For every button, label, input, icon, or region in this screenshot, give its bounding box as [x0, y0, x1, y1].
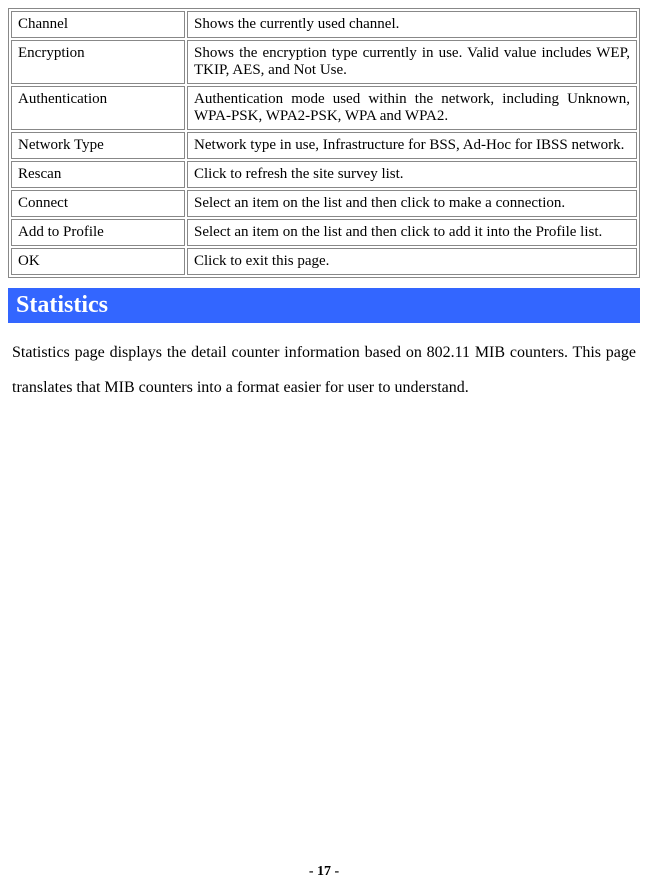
param-label: Connect	[11, 190, 185, 217]
table-row: Rescan Click to refresh the site survey …	[11, 161, 637, 188]
param-desc: Authentication mode used within the netw…	[187, 86, 637, 130]
table-row: Add to Profile Select an item on the lis…	[11, 219, 637, 246]
table-row: Network Type Network type in use, Infras…	[11, 132, 637, 159]
page-number: - 17 -	[8, 864, 640, 880]
param-label: Authentication	[11, 86, 185, 130]
table-row: OK Click to exit this page.	[11, 248, 637, 275]
param-desc: Click to refresh the site survey list.	[187, 161, 637, 188]
param-desc: Select an item on the list and then clic…	[187, 190, 637, 217]
param-desc: Shows the currently used channel.	[187, 11, 637, 38]
param-desc: Network type in use, Infrastructure for …	[187, 132, 637, 159]
param-label: Encryption	[11, 40, 185, 84]
param-label: Add to Profile	[11, 219, 185, 246]
table-row: Channel Shows the currently used channel…	[11, 11, 637, 38]
param-desc: Click to exit this page.	[187, 248, 637, 275]
param-label: OK	[11, 248, 185, 275]
param-label: Network Type	[11, 132, 185, 159]
param-desc: Shows the encryption type currently in u…	[187, 40, 637, 84]
parameter-table: Channel Shows the currently used channel…	[8, 8, 640, 278]
table-row: Authentication Authentication mode used …	[11, 86, 637, 130]
page: Channel Shows the currently used channel…	[8, 8, 640, 881]
table-row: Connect Select an item on the list and t…	[11, 190, 637, 217]
section-body: Statistics page displays the detail coun…	[12, 335, 636, 405]
param-label: Channel	[11, 11, 185, 38]
param-desc: Select an item on the list and then clic…	[187, 219, 637, 246]
section-heading-statistics: Statistics	[8, 288, 640, 323]
param-label: Rescan	[11, 161, 185, 188]
table-row: Encryption Shows the encryption type cur…	[11, 40, 637, 84]
